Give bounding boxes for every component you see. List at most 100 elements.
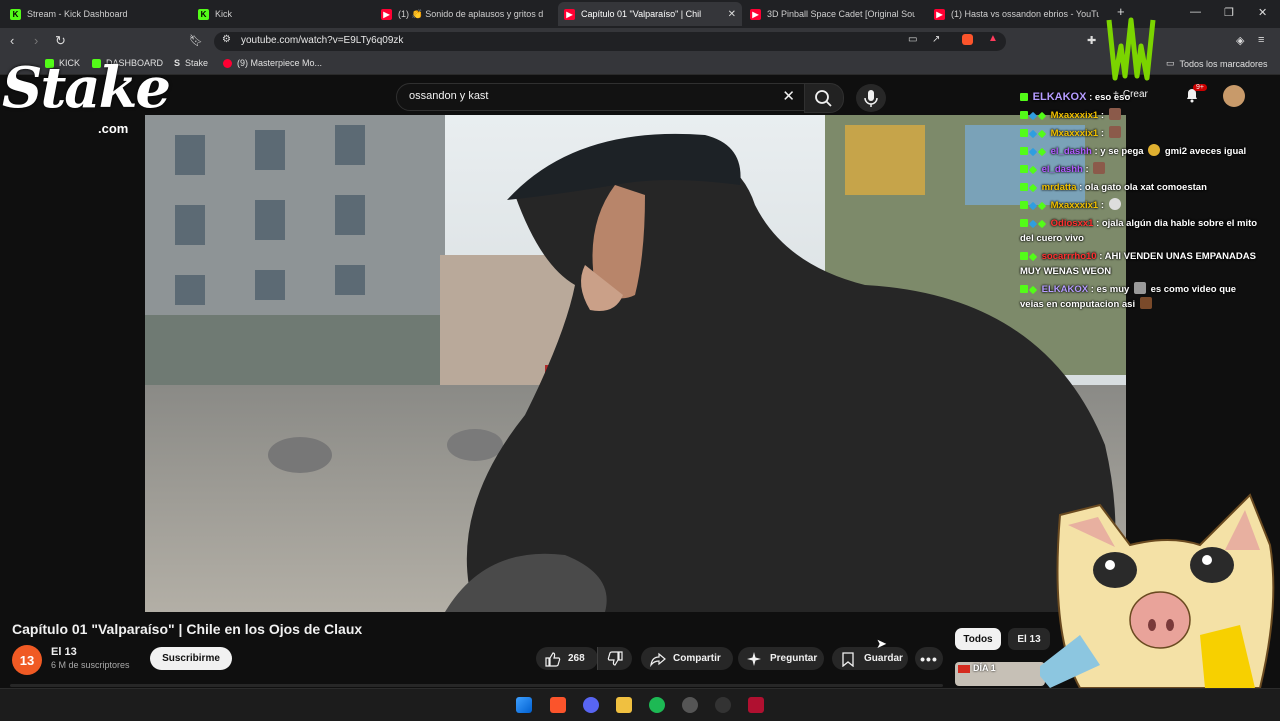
youtube-icon: ▶ xyxy=(934,8,945,20)
chat-text-cont: gmi2 aveces igual xyxy=(1164,146,1247,157)
thumbs-down-icon xyxy=(607,650,623,666)
channel-name[interactable]: El 13 xyxy=(51,646,77,658)
voice-search-button[interactable] xyxy=(856,84,886,112)
recommended-thumbnail[interactable]: DÍA 1 xyxy=(955,662,1045,686)
kick-badge-icon xyxy=(1020,129,1028,137)
dislike-button[interactable] xyxy=(597,647,632,670)
youtube-icon xyxy=(223,58,232,68)
site-info-icon[interactable]: ⚙ xyxy=(222,34,231,45)
windows-taskbar xyxy=(0,688,1280,721)
gem-badge-icon xyxy=(1037,147,1047,157)
stake-domain: .com xyxy=(98,121,129,136)
kick-badge-icon xyxy=(1020,201,1028,209)
kick-icon: K xyxy=(198,8,209,20)
chat-message: ELKAKOX : es muy es como video que veias… xyxy=(1020,282,1260,312)
more-icon: ••• xyxy=(920,650,938,667)
video-title: Capítulo 01 "Valparaíso" | Chile en los … xyxy=(12,621,363,637)
gem-badge-icon xyxy=(1037,111,1047,121)
obs-icon[interactable] xyxy=(682,697,698,713)
chat-username: Odiosxx1 xyxy=(1050,218,1094,229)
ask-label: Preguntar xyxy=(770,653,818,664)
all-bookmarks[interactable]: ▭ Todos los marcadores xyxy=(1166,58,1268,69)
tab-kick-dashboard[interactable]: K Stream - Kick Dashboard xyxy=(10,4,180,24)
search-input[interactable]: ossandon y kast xyxy=(409,90,489,102)
browser-toolbar: ‹ › ↻ 🔖︎ ⚙ youtube.com/watch?v=E9LTy6q09… xyxy=(0,28,1280,54)
chat-username: el_dashh xyxy=(1041,164,1083,175)
gem-badge-icon xyxy=(1037,219,1047,229)
kick-badge-icon xyxy=(1020,147,1028,155)
brave-browser-icon[interactable] xyxy=(550,697,566,713)
description-box[interactable] xyxy=(10,684,943,687)
close-tab-icon[interactable]: ✕ xyxy=(728,9,736,20)
video-player[interactable] xyxy=(145,115,1126,612)
tab-valparaiso[interactable]: ▶ Capítulo 01 "Valparaíso" | Chil ✕ xyxy=(558,2,742,26)
save-button[interactable]: Guardar xyxy=(832,647,908,670)
share-button[interactable]: Compartir xyxy=(641,647,733,670)
brave-shield-icon[interactable] xyxy=(962,34,973,45)
bookmark-masterpiece[interactable]: (9) Masterpiece Mo... xyxy=(223,58,322,68)
chat-message: Mxaxxxix1 : xyxy=(1020,108,1260,123)
address-bar[interactable]: ⚙ youtube.com/watch?v=E9LTy6q09zk ▭ ↗ ▲ xyxy=(214,32,1006,51)
cat-avatar-overlay xyxy=(1040,493,1275,688)
clear-search-icon[interactable]: ✕ xyxy=(782,87,795,105)
tab-pinball[interactable]: ▶ 3D Pinball Space Cadet [Original Sou xyxy=(750,4,915,24)
valorant-icon[interactable] xyxy=(748,697,764,713)
channel-avatar[interactable]: 13 xyxy=(12,645,42,675)
brave-rewards-icon[interactable]: ▲ xyxy=(988,33,998,44)
gem-badge-icon xyxy=(1028,285,1038,295)
discord-icon[interactable] xyxy=(583,697,599,713)
wallet-icon[interactable]: ◈ xyxy=(1236,34,1244,47)
tab-hasta[interactable]: ▶ (1) Hasta vs ossandon ebrios - YouTu xyxy=(934,4,1099,24)
restore-icon[interactable]: ❐ xyxy=(1224,6,1234,19)
chat-message: mrdatta : ola gato ola xat comoestan xyxy=(1020,180,1260,195)
tab-label: Capítulo 01 "Valparaíso" | Chil xyxy=(581,9,702,19)
subscribe-button[interactable]: Suscribirme xyxy=(150,647,232,670)
tab-label: Kick xyxy=(215,9,233,19)
chat-text: : xyxy=(1100,110,1104,121)
url-text: youtube.com/watch?v=E9LTy6q09zk xyxy=(241,35,404,46)
thumbnail-text: DÍA 1 xyxy=(973,663,996,673)
search-box[interactable]: ossandon y kast ✕ xyxy=(396,83,806,111)
extensions-icon[interactable]: ✚ xyxy=(1087,34,1096,47)
tab-aplausos[interactable]: ▶ (1) 👏 Sonido de aplausos y gritos d xyxy=(381,4,546,24)
chat-username: ELKAKOX xyxy=(1041,284,1089,295)
chat-username: Mxaxxxix1 xyxy=(1050,128,1099,139)
minimize-icon[interactable]: — xyxy=(1190,6,1201,18)
more-actions-button[interactable]: ••• xyxy=(915,647,943,670)
save-label: Guardar xyxy=(864,653,903,664)
file-explorer-icon[interactable] xyxy=(616,697,632,713)
bookmark-stake[interactable]: S Stake xyxy=(174,58,208,68)
browser-tab-strip: K Stream - Kick Dashboard K Kick ▶ (1) 👏… xyxy=(0,0,1280,28)
tab-label: (1) Hasta vs ossandon ebrios - YouTu xyxy=(951,9,1099,19)
tab-label: Stream - Kick Dashboard xyxy=(27,9,128,19)
chile-flag-icon xyxy=(958,665,970,673)
mouse-cursor-icon: ➤ xyxy=(876,636,887,651)
spotify-icon[interactable] xyxy=(649,697,665,713)
like-button[interactable]: 268 xyxy=(536,647,598,670)
sparkle-icon xyxy=(747,651,761,666)
app-icon[interactable] xyxy=(715,697,731,713)
tab-kick[interactable]: K Kick xyxy=(198,4,368,24)
back-icon[interactable]: ‹ xyxy=(10,33,14,48)
kick-badge-icon xyxy=(1020,165,1028,173)
menu-icon[interactable]: ≡ xyxy=(1258,34,1264,46)
search-button[interactable] xyxy=(804,83,844,113)
kick-badge-icon xyxy=(1020,285,1028,293)
forward-icon[interactable]: › xyxy=(34,33,38,48)
tab-label: 3D Pinball Space Cadet [Original Sou xyxy=(767,9,915,19)
close-window-icon[interactable]: ✕ xyxy=(1258,6,1267,19)
share-icon[interactable]: ↗ xyxy=(932,34,940,45)
kick-icon: K xyxy=(10,8,21,20)
chip-todos[interactable]: Todos xyxy=(955,628,1001,650)
cast-icon[interactable]: ▭ xyxy=(908,34,917,45)
chat-text: : y se pega xyxy=(1094,146,1144,157)
ask-button[interactable]: Preguntar xyxy=(738,647,824,670)
bookmark-page-icon[interactable]: 🔖︎ xyxy=(189,34,203,47)
chat-text: : eso eso xyxy=(1089,92,1131,103)
emote-icon xyxy=(1139,297,1152,309)
bookmark-icon xyxy=(842,651,854,667)
emote-icon xyxy=(1093,162,1106,174)
reload-icon[interactable]: ↻ xyxy=(55,33,66,49)
windows-start-icon[interactable] xyxy=(516,697,532,713)
chat-message: Mxaxxxix1 : xyxy=(1020,198,1260,213)
